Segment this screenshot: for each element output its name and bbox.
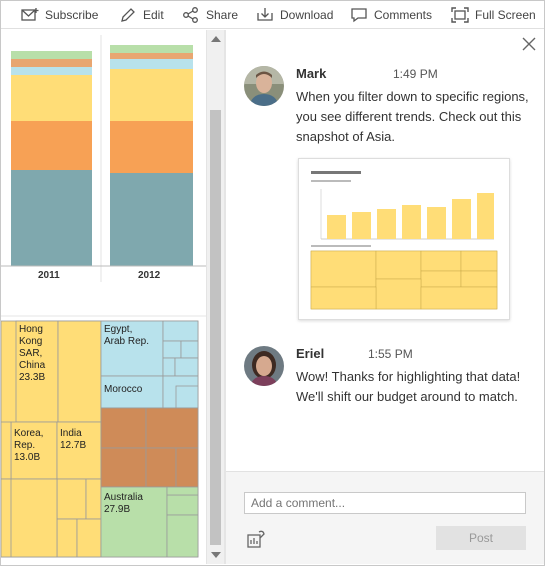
fullscreen-button[interactable]: Full Screen (451, 6, 536, 24)
scroll-up-arrow-icon[interactable] (211, 36, 221, 42)
comment-text: When you filter down to specific regions… (296, 89, 529, 144)
comment-author: Mark (296, 66, 327, 81)
close-icon[interactable] (522, 37, 536, 51)
bar-year-2011-label: 2011 (38, 270, 60, 281)
attach-viz-icon[interactable] (246, 529, 266, 549)
treemap-label-india: India 12.7B (60, 428, 87, 451)
treemap-label-australia: Australia 27.9B (104, 492, 143, 515)
fullscreen-label: Full Screen (475, 8, 536, 22)
viz-snapshot-thumbnail[interactable] (298, 158, 510, 320)
comments-label: Comments (374, 8, 433, 22)
edit-button[interactable]: Edit (119, 6, 164, 24)
fullscreen-icon (451, 7, 469, 23)
comment-time: 1:49 PM (393, 67, 438, 81)
scroll-down-arrow-icon[interactable] (211, 552, 221, 558)
bar-year-2012-label: 2012 (138, 270, 161, 281)
comment-composer: Post (226, 471, 544, 564)
treemap-label-korea: Korea, Rep. 13.0B (14, 428, 44, 463)
treemap-label-hong-kong: Hong Kong SAR, China 23.3B (19, 324, 46, 383)
subscribe-label: Subscribe (45, 8, 99, 22)
download-label: Download (280, 8, 334, 22)
edit-label: Edit (143, 8, 164, 22)
download-icon (257, 8, 273, 21)
comment-time: 1:55 PM (368, 347, 413, 361)
comment-author: Eriel (296, 346, 325, 361)
comments-button[interactable]: Comments (350, 6, 432, 24)
pencil-icon (121, 8, 135, 22)
share-label: Share (206, 8, 239, 22)
toolbar: Subscribe Edit Share Download Comments F… (1, 1, 544, 29)
share-button[interactable]: Share (182, 6, 238, 24)
post-button[interactable]: Post (436, 526, 526, 550)
scroll-thumb[interactable] (210, 110, 221, 545)
treemap-label-morocco: Morocco (104, 384, 143, 395)
comment-text: Wow! Thanks for highlighting that data! … (296, 369, 521, 404)
share-icon (183, 7, 198, 23)
avatar-mark (244, 66, 284, 106)
bar-2011 (11, 51, 92, 266)
bar-2012 (110, 45, 193, 266)
comment-icon (351, 8, 367, 23)
viz-canvas (1, 30, 206, 558)
mail-plus-icon (21, 8, 39, 21)
comments-panel: Mark 1:49 PM When you filter down to spe… (226, 30, 544, 564)
comment-input[interactable] (244, 492, 526, 514)
dashboard-viz[interactable]: 2011 2012 Hong Kong SAR, China 23.3B Egy… (1, 30, 206, 564)
treemap-label-egypt: Egypt, Arab Rep. (104, 324, 150, 347)
subscribe-button[interactable]: Subscribe (21, 6, 98, 24)
viz-scrollbar[interactable] (206, 30, 224, 564)
download-button[interactable]: Download (256, 6, 333, 24)
avatar-eriel (244, 346, 284, 386)
